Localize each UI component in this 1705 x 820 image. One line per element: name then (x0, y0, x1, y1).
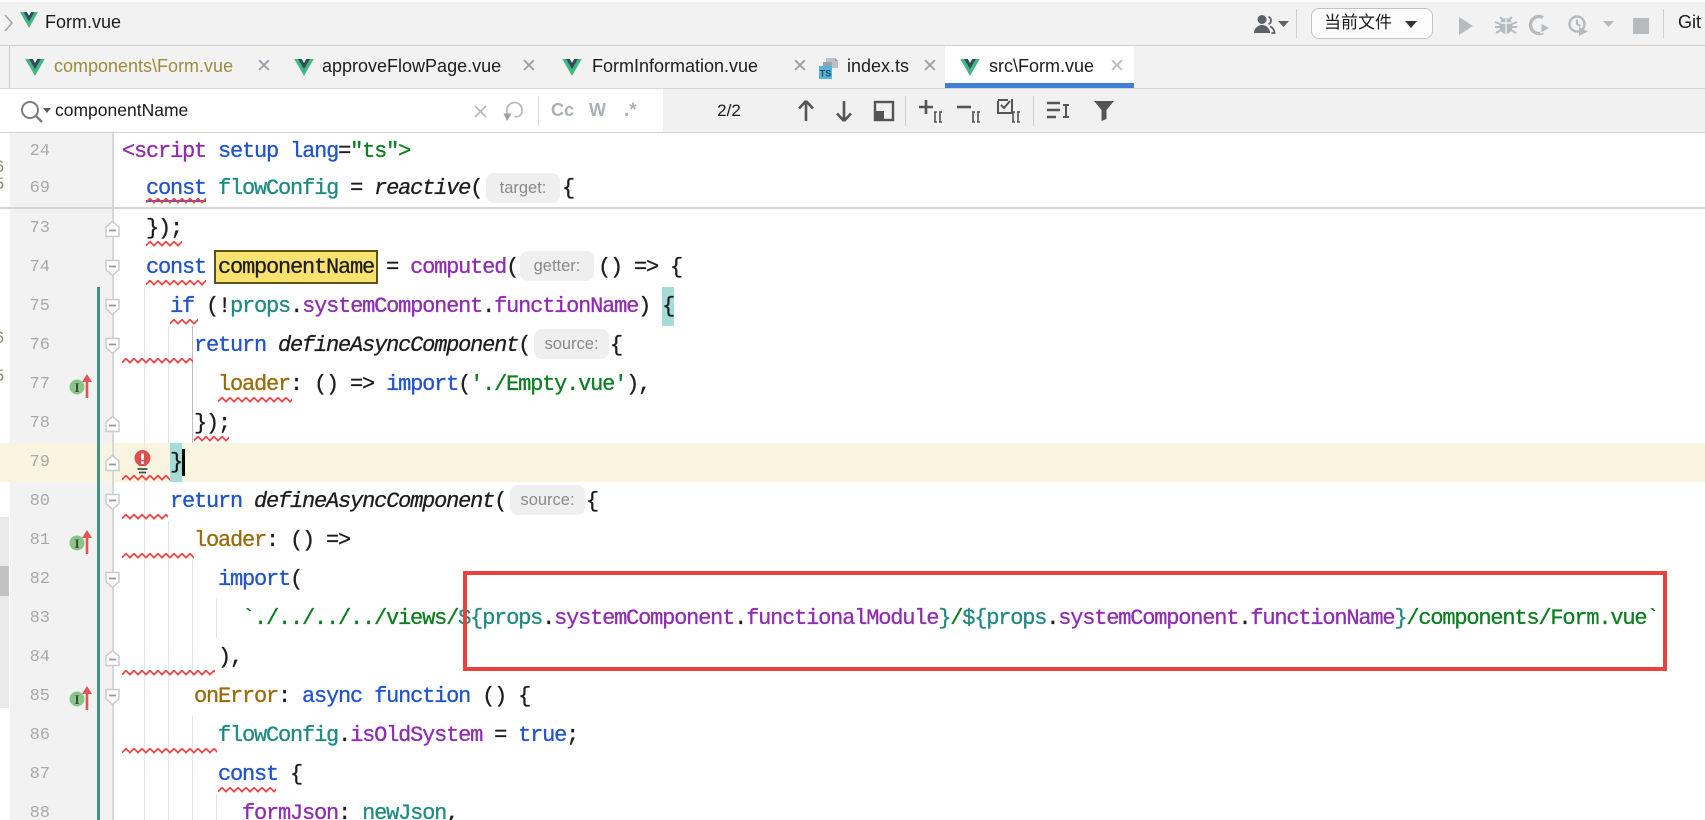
svg-text:TS: TS (820, 69, 832, 79)
svg-text:I: I (74, 692, 79, 707)
svg-text:I: I (74, 380, 79, 395)
svg-text:I: I (74, 536, 79, 551)
